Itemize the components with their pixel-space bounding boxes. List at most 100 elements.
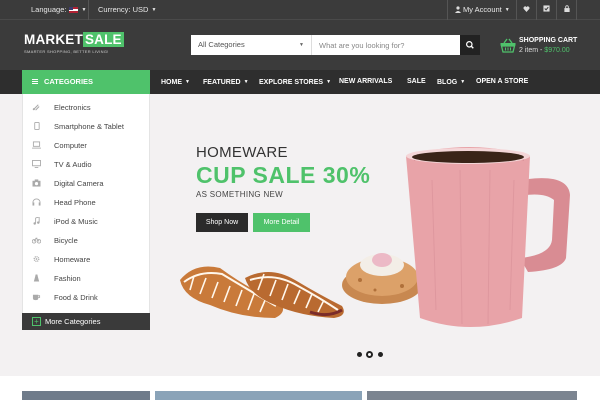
promo-banner-3[interactable]	[367, 391, 577, 400]
chevron-down-icon: ▼	[81, 7, 87, 13]
shopping-cart[interactable]: SHOPPING CART 2 item - $970.00	[500, 37, 590, 57]
sidebar-label: Electronics	[54, 103, 91, 112]
currency-label: Currency: USD	[98, 5, 149, 14]
search-bar: All Categories ▼	[191, 35, 480, 55]
hero-product-image	[180, 147, 570, 327]
cart-summary: 2 item - $970.00	[519, 47, 570, 54]
login-button[interactable]	[557, 0, 576, 20]
electronics-icon	[32, 104, 40, 111]
search-icon	[466, 41, 474, 49]
laptop-icon	[32, 141, 41, 149]
divider	[88, 0, 89, 20]
search-category-value: All Categories	[198, 40, 245, 49]
user-icon	[455, 6, 461, 13]
nav-item-explore-stores[interactable]: EXPLORE STORES ▼	[259, 70, 331, 94]
sidebar-item-smartphone-tablet[interactable]: Smartphone & Tablet	[23, 117, 149, 136]
currency-selector[interactable]: Currency: USD ▼	[98, 0, 156, 20]
nav-label: BLOG	[437, 79, 458, 86]
tv-icon	[32, 160, 41, 168]
search-input[interactable]	[312, 35, 461, 55]
sidebar-label: Bicycle	[54, 236, 78, 245]
sidebar-label: Head Phone	[54, 198, 96, 207]
pastry-image	[180, 266, 344, 318]
nav-item-new-arrivals[interactable]: NEW ARRIVALS	[339, 70, 392, 94]
chevron-down-icon: ▼	[151, 7, 157, 13]
nav-item-home[interactable]: HOME ▼	[161, 70, 190, 94]
sidebar-item-food-drink[interactable]: Food & Drink	[23, 288, 149, 307]
camera-icon	[32, 179, 41, 187]
promo-banner-2[interactable]	[155, 391, 362, 400]
slider-dot-2[interactable]	[366, 351, 373, 358]
cookie-image	[342, 253, 422, 304]
sidebar-label: Fashion	[54, 274, 81, 283]
divider	[447, 0, 448, 20]
language-label: Language:	[31, 5, 67, 14]
sidebar-item-tv-audio[interactable]: TV & Audio	[23, 155, 149, 174]
nav-label: OPEN A STORE	[476, 78, 529, 85]
checkbox-icon	[543, 5, 550, 12]
gear-icon	[33, 256, 40, 262]
more-categories-button[interactable]: + More Categories	[22, 313, 150, 330]
nav-item-blog[interactable]: BLOG ▼	[437, 70, 465, 94]
sidebar-label: Smartphone & Tablet	[54, 122, 124, 131]
heart-icon	[523, 6, 530, 12]
sidebar-item-digital-camera[interactable]: Digital Camera	[23, 174, 149, 193]
sidebar-label: Food & Drink	[54, 293, 98, 302]
sidebar-item-fashion[interactable]: Fashion	[23, 269, 149, 288]
coffee-cup-icon	[32, 294, 41, 301]
promo-banner-1[interactable]	[22, 391, 150, 400]
nav-item-sale[interactable]: SALE	[407, 70, 426, 94]
nav-label: NEW ARRIVALS	[339, 78, 393, 85]
lock-icon	[563, 5, 570, 12]
sidebar-item-bicycle[interactable]: Bicycle	[23, 231, 149, 250]
sidebar-item-electronics[interactable]: Electronics	[23, 98, 149, 117]
slider-dot-1[interactable]	[357, 352, 362, 357]
chevron-down-icon: ▼	[504, 7, 510, 13]
search-category-select[interactable]: All Categories ▼	[191, 35, 312, 55]
caret-down-icon: ▼	[460, 79, 466, 85]
dress-icon	[33, 274, 40, 282]
cart-total: $970.00	[544, 47, 570, 54]
smartphone-icon	[34, 122, 40, 130]
sidebar-item-homeware[interactable]: Homeware	[23, 250, 149, 269]
site-header: MARKET SALE SMARTER SHOPPING, BETTER LIVI…	[0, 20, 600, 70]
bicycle-icon	[32, 237, 41, 244]
menu-icon	[32, 79, 38, 84]
wishlist-button[interactable]	[517, 0, 536, 20]
nav-label: EXPLORE STORES	[259, 79, 324, 86]
category-sidebar: Electronics Smartphone & Tablet Computer…	[22, 94, 150, 330]
site-logo[interactable]: MARKET SALE SMARTER SHOPPING, BETTER LIVI…	[24, 32, 124, 54]
sidebar-item-head-phone[interactable]: Head Phone	[23, 193, 149, 212]
more-categories-label: More Categories	[45, 317, 101, 326]
us-flag-icon	[69, 7, 79, 13]
logo-text: MARKET	[24, 32, 83, 47]
caret-down-icon: ▼	[243, 79, 249, 85]
slider-dot-3[interactable]	[378, 352, 383, 357]
categories-toggle[interactable]: CATEGORIES	[22, 70, 150, 94]
categories-label: CATEGORIES	[44, 77, 94, 86]
cart-count: 2 item -	[519, 47, 545, 54]
sidebar-label: Computer	[54, 141, 87, 150]
search-button[interactable]	[460, 35, 480, 55]
nav-label: HOME	[161, 79, 182, 86]
sidebar-item-computer[interactable]: Computer	[23, 136, 149, 155]
language-selector[interactable]: Language: ▼	[31, 0, 86, 20]
my-account-menu[interactable]: My Account ▼	[455, 0, 510, 20]
headphone-icon	[32, 198, 41, 206]
nav-label: SALE	[407, 78, 426, 85]
cart-title: SHOPPING CART	[519, 37, 578, 44]
sidebar-label: Digital Camera	[54, 179, 104, 188]
mug-image	[406, 147, 570, 327]
sidebar-item-ipod-music[interactable]: iPod & Music	[23, 212, 149, 231]
checkout-button[interactable]	[537, 0, 556, 20]
nav-item-featured[interactable]: FEATURED ▼	[203, 70, 249, 94]
divider	[576, 0, 577, 20]
nav-item-open-a-store[interactable]: OPEN A STORE	[476, 70, 528, 94]
music-note-icon	[33, 217, 40, 225]
logo-accent: SALE	[82, 32, 124, 47]
my-account-label: My Account	[463, 5, 502, 14]
caret-down-icon: ▼	[326, 79, 332, 85]
basket-icon	[500, 38, 516, 53]
sidebar-label: Homeware	[54, 255, 91, 264]
logo-tagline: SMARTER SHOPPING, BETTER LIVING!	[24, 49, 109, 54]
